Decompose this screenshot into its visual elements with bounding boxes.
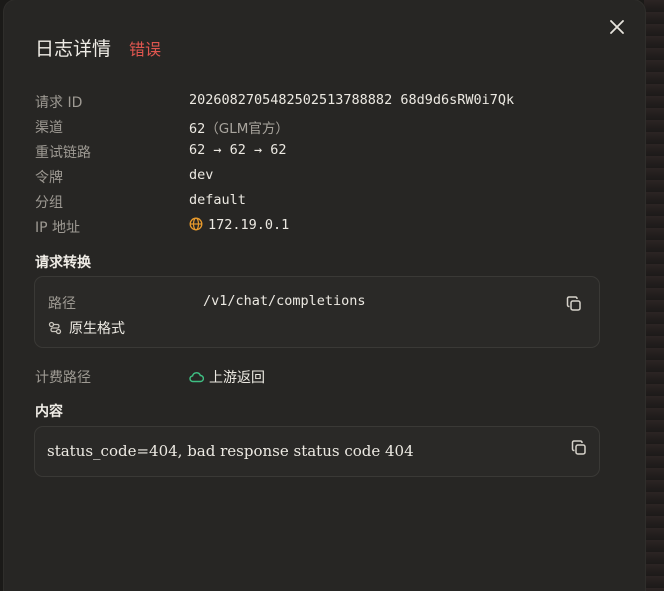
billing-text: 上游返回 bbox=[209, 370, 265, 386]
request-id-value: 2026082705482502513788882 68d9d6sRW0i7Qk bbox=[189, 92, 515, 108]
dialog-title: 日志详情 bbox=[35, 38, 112, 60]
ip-value: 172.19.0.1 bbox=[189, 217, 289, 233]
ip-address: 172.19.0.1 bbox=[208, 217, 290, 233]
path-label: 路径 bbox=[48, 296, 76, 312]
field-label: 令牌 bbox=[35, 170, 63, 186]
close-icon bbox=[610, 20, 624, 34]
backdrop bbox=[644, 0, 664, 591]
field-label: 计费路径 bbox=[35, 370, 91, 386]
copy-icon[interactable] bbox=[565, 295, 583, 313]
globe-icon bbox=[189, 217, 203, 231]
group-value: default bbox=[189, 192, 246, 208]
field-label: 请求 ID bbox=[35, 95, 83, 111]
token-value: dev bbox=[189, 167, 214, 183]
field-label: 渠道 bbox=[35, 120, 63, 136]
retry-chain-value: 62 → 62 → 62 bbox=[189, 142, 287, 158]
copy-icon[interactable] bbox=[570, 439, 588, 457]
request-transform-title: 请求转换 bbox=[35, 255, 91, 271]
content-title: 内容 bbox=[35, 404, 63, 420]
dialog-header: 日志详情 错误 bbox=[35, 34, 161, 61]
status-badge: 错误 bbox=[129, 40, 162, 59]
format-row: 原生格式 bbox=[48, 318, 125, 338]
channel-value: 62（GLM官方） bbox=[189, 117, 289, 137]
field-label: 分组 bbox=[35, 195, 63, 211]
path-value: /v1/chat/completions bbox=[203, 293, 366, 309]
content-text: status_code=404, bad response status cod… bbox=[47, 442, 414, 460]
field-label: 重试链路 bbox=[35, 145, 91, 161]
field-label: IP 地址 bbox=[35, 220, 81, 236]
channel-id: 62 bbox=[189, 121, 206, 137]
channel-name: （GLM官方） bbox=[205, 121, 289, 137]
content-card: status_code=404, bad response status cod… bbox=[34, 426, 600, 477]
cloud-icon bbox=[189, 372, 204, 383]
billing-value: 上游返回 bbox=[189, 367, 265, 387]
route-icon bbox=[48, 321, 62, 335]
format-label: 原生格式 bbox=[69, 321, 125, 337]
request-transform-card: 路径 /v1/chat/completions 原生格式 bbox=[34, 276, 600, 348]
log-detail-dialog: 日志详情 错误 请求 ID 2026082705482502513788882 … bbox=[4, 0, 645, 591]
close-button[interactable] bbox=[604, 14, 630, 40]
